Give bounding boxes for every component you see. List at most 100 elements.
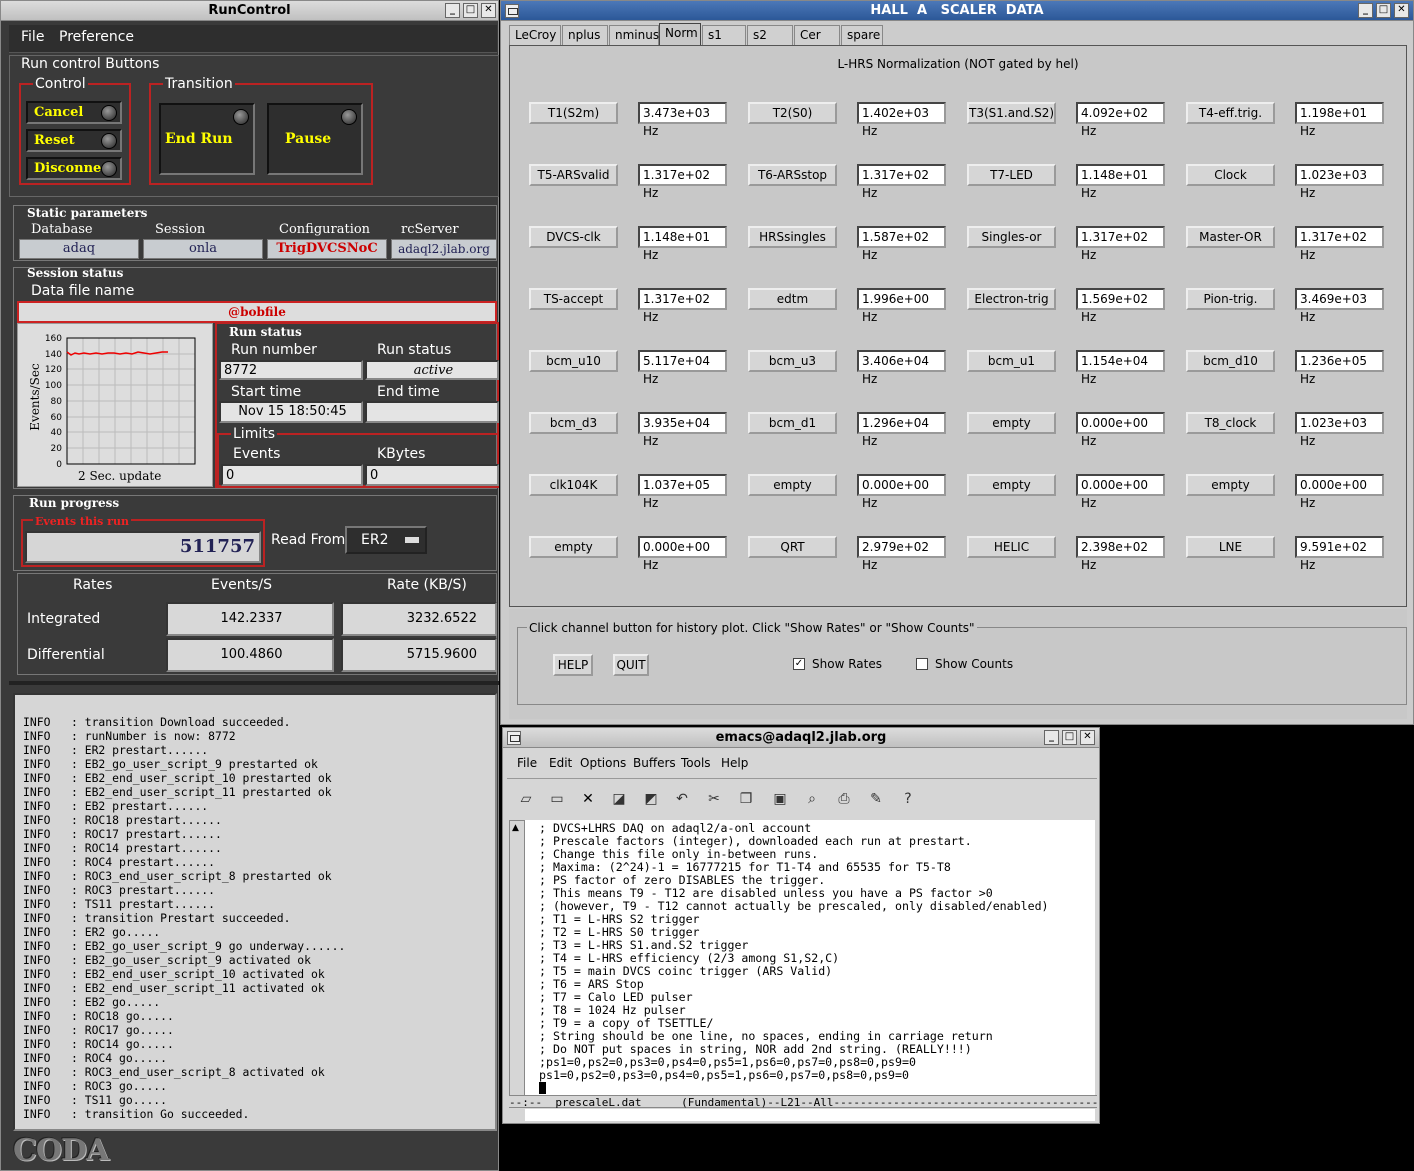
channel-button[interactable]: bcm_d1: [748, 412, 837, 434]
reset-button[interactable]: Reset: [26, 129, 122, 152]
save-as-icon[interactable]: ◩: [640, 788, 662, 810]
menu-tools[interactable]: Tools: [681, 756, 711, 770]
emacs-titlebar[interactable]: emacs@adaql2.jlab.org _ □ ✕: [503, 728, 1099, 748]
channel-button[interactable]: edtm: [748, 288, 837, 310]
scroll-up-icon[interactable]: ▲: [512, 823, 519, 833]
channel-button[interactable]: empty: [748, 474, 837, 496]
channel-rate-value: 1.996e+00 Hz: [857, 288, 946, 324]
minimize-icon[interactable]: _: [1044, 730, 1059, 745]
maximize-icon[interactable]: □: [1376, 3, 1391, 18]
preferences-icon[interactable]: ✎: [865, 788, 887, 810]
log-line: INFO : EB2_end_user_script_11 activated …: [23, 981, 325, 995]
cursor: [539, 1082, 1095, 1096]
tab-nplus[interactable]: nplus: [562, 25, 608, 45]
channel-button[interactable]: empty: [1186, 474, 1275, 496]
new-file-icon[interactable]: ▱: [515, 788, 537, 810]
rate-kbs-label: Rate (KB/S): [387, 577, 467, 593]
channel-button[interactable]: QRT: [748, 536, 837, 558]
show-rates-checkbox[interactable]: ✓: [793, 658, 805, 670]
tab-lecroy[interactable]: LeCroy: [509, 25, 561, 45]
help-icon[interactable]: ?: [897, 788, 919, 810]
window-menu-icon[interactable]: [507, 731, 521, 745]
channel-button[interactable]: Singles-or: [967, 226, 1056, 248]
paste-icon[interactable]: ▣: [769, 788, 791, 810]
help-button[interactable]: HELP: [553, 654, 593, 676]
channel-button[interactable]: HRSsingles: [748, 226, 837, 248]
channel-button[interactable]: bcm_d3: [529, 412, 618, 434]
tab-nminus[interactable]: nminus: [609, 25, 659, 45]
window-title: emacs@adaql2.jlab.org: [715, 730, 887, 745]
maximize-icon[interactable]: □: [463, 3, 478, 18]
save-icon[interactable]: ◪: [608, 788, 630, 810]
channel-button[interactable]: bcm_u10: [529, 350, 618, 372]
menubar: File Preference: [9, 25, 497, 53]
channel-button[interactable]: T3(S1.and.S2): [967, 102, 1056, 124]
print-icon[interactable]: ⎙: [833, 788, 855, 810]
channel-button[interactable]: empty: [967, 474, 1056, 496]
open-folder-icon[interactable]: ▭: [546, 788, 568, 810]
end-run-button[interactable]: End Run: [159, 103, 255, 175]
channel-button[interactable]: LNE: [1186, 536, 1275, 558]
channel-button[interactable]: DVCS-clk: [529, 226, 618, 248]
emacs-buffer[interactable]: ; DVCS+LHRS DAQ on adaql2/a-onl account;…: [525, 820, 1095, 1096]
channel-button[interactable]: Clock: [1186, 164, 1275, 186]
channel-button[interactable]: bcm_u3: [748, 350, 837, 372]
minimize-icon[interactable]: _: [445, 3, 460, 18]
scaler-titlebar[interactable]: HALL A SCALER DATA _ □ ✕: [501, 1, 1413, 21]
channel-button[interactable]: TS-accept: [529, 288, 618, 310]
channel-button[interactable]: Master-OR: [1186, 226, 1275, 248]
channel-button[interactable]: Electron-trig: [967, 288, 1056, 310]
tab-s1[interactable]: s1: [702, 25, 746, 45]
channel-button[interactable]: empty: [967, 412, 1056, 434]
cut-icon[interactable]: ✂: [703, 788, 725, 810]
emacs-scrollbar[interactable]: ▲: [509, 820, 525, 1096]
channel-rate-value: 1.296e+04 Hz: [857, 412, 946, 448]
channel-button[interactable]: T1(S2m): [529, 102, 618, 124]
runcontrol-titlebar[interactable]: RunControl _ □ ✕: [1, 1, 498, 21]
channel-button[interactable]: HELIC: [967, 536, 1056, 558]
channel-button[interactable]: Pion-trig.: [1186, 288, 1275, 310]
channel-button[interactable]: T5-ARSvalid: [529, 164, 618, 186]
read-from-select[interactable]: ER2: [345, 526, 427, 554]
window-menu-icon[interactable]: [505, 4, 519, 18]
menu-help[interactable]: Help: [721, 756, 748, 770]
channel-button[interactable]: clk104K: [529, 474, 618, 496]
undo-icon[interactable]: ↶: [671, 788, 693, 810]
menu-buffers[interactable]: Buffers: [633, 756, 676, 770]
kbytes-limit-input[interactable]: [365, 464, 499, 486]
copy-icon[interactable]: ❐: [735, 788, 757, 810]
tab-s2[interactable]: s2: [747, 25, 793, 45]
pause-button[interactable]: Pause: [267, 103, 363, 175]
minimize-icon[interactable]: _: [1358, 3, 1373, 18]
menu-preference[interactable]: Preference: [59, 29, 134, 45]
channel-button[interactable]: T7-LED: [967, 164, 1056, 186]
search-icon[interactable]: ⌕: [801, 788, 823, 810]
close-icon[interactable]: ✕: [577, 788, 599, 810]
minibuffer[interactable]: [525, 1109, 1095, 1121]
disconnect-button[interactable]: Disconnect: [26, 157, 122, 180]
menu-file[interactable]: File: [517, 756, 537, 770]
maximize-icon[interactable]: □: [1062, 730, 1077, 745]
close-icon[interactable]: ✕: [1394, 3, 1409, 18]
message-log[interactable]: INFO : transition Download succeeded. INF…: [13, 693, 497, 1131]
menu-file[interactable]: File: [21, 29, 44, 45]
kbytes-label: KBytes: [377, 446, 426, 462]
events-limit-input[interactable]: [221, 464, 363, 486]
close-icon[interactable]: ✕: [1080, 730, 1095, 745]
menu-options[interactable]: Options: [580, 756, 626, 770]
channel-button[interactable]: T2(S0): [748, 102, 837, 124]
channel-button[interactable]: bcm_u1: [967, 350, 1056, 372]
cancel-button[interactable]: Cancel: [26, 101, 122, 124]
show-counts-checkbox[interactable]: [916, 658, 928, 670]
close-icon[interactable]: ✕: [481, 3, 496, 18]
tab-norm[interactable]: Norm: [659, 23, 701, 45]
channel-button[interactable]: bcm_d10: [1186, 350, 1275, 372]
tab-cer[interactable]: Cer: [794, 25, 840, 45]
channel-button[interactable]: T8_clock: [1186, 412, 1275, 434]
menu-edit[interactable]: Edit: [549, 756, 572, 770]
channel-button[interactable]: T4-eff.trig.: [1186, 102, 1275, 124]
channel-button[interactable]: T6-ARSstop: [748, 164, 837, 186]
quit-button[interactable]: QUIT: [613, 654, 649, 676]
channel-button[interactable]: empty: [529, 536, 618, 558]
tab-spare[interactable]: spare: [841, 25, 883, 45]
